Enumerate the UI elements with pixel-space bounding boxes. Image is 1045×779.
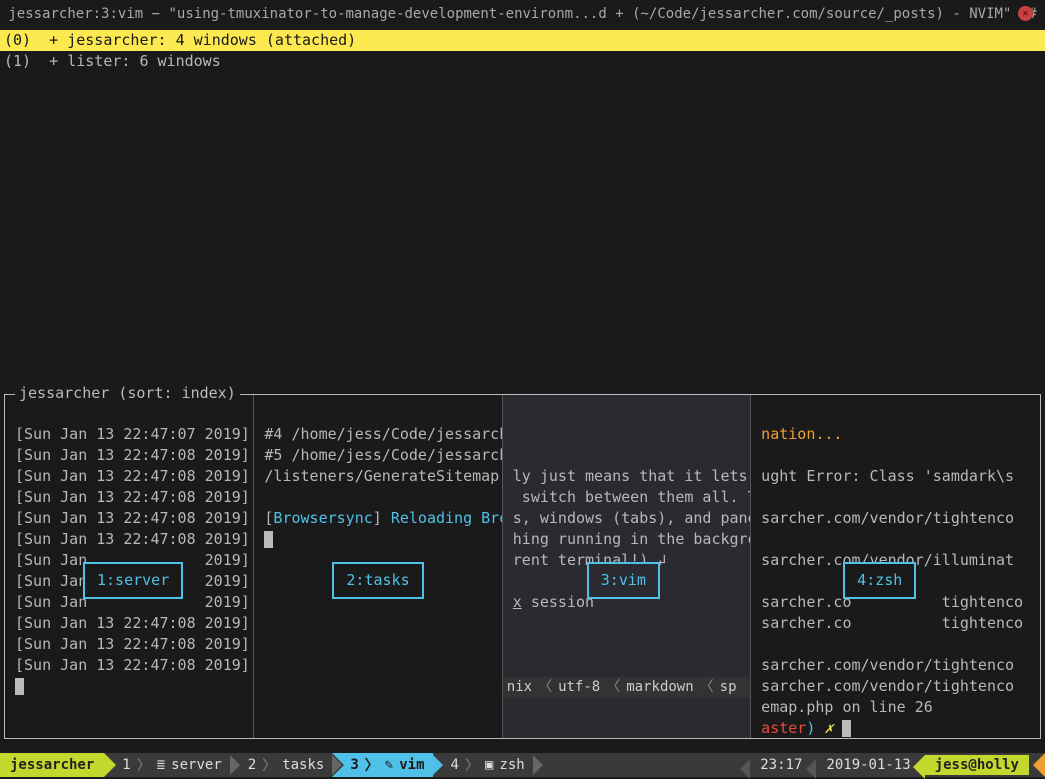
- pane-server: [Sun Jan 13 22:47:07 2019] [Sun Jan 13 2…: [5, 395, 253, 738]
- pane-zsh: nation... ught Error: Class 'samdark\s s…: [750, 395, 1040, 738]
- status-window-1[interactable]: 1〉≣server: [104, 753, 229, 777]
- tmux-session-list: (0) + jessarcher: 4 windows (attached) (…: [0, 28, 1045, 74]
- status-time: 23:17: [750, 757, 812, 773]
- status-window-3-active[interactable]: 3〉✎vim: [332, 753, 432, 777]
- session-row[interactable]: (1) + lister: 6 windows: [0, 51, 1045, 72]
- status-end-icon: [1033, 753, 1045, 777]
- window-label-tasks[interactable]: 2:tasks: [332, 562, 423, 599]
- pane-vim: ly just means that it lets switch betwee…: [502, 395, 750, 738]
- session-row-active[interactable]: (0) + jessarcher: 4 windows (attached): [0, 30, 1045, 51]
- status-session[interactable]: jessarcher: [0, 753, 104, 777]
- tmux-preview-area: jessarcher (sort: index) [Sun Jan 13 22:…: [4, 394, 1041, 739]
- window-label-vim[interactable]: 3:vim: [587, 562, 660, 599]
- status-date: 2019-01-13: [816, 757, 920, 773]
- window-label-zsh[interactable]: 4:zsh: [843, 562, 916, 599]
- window-title-bar: jessarcher:3:vim − "using-tmuxinator-to-…: [0, 0, 1045, 28]
- tmux-statusbar: jessarcher 1〉≣server 2〉tasks 3〉✎vim 4〉▣z…: [0, 753, 1045, 777]
- vim-statusline: nix〈 utf-8〈 markdown〈 sp: [503, 677, 750, 698]
- close-icon[interactable]: ✕: [1018, 6, 1033, 21]
- window-title: jessarcher:3:vim − "using-tmuxinator-to-…: [8, 6, 1036, 22]
- window-label-server[interactable]: 1:server: [83, 562, 183, 599]
- pane-tasks: #4 /home/jess/Code/jessarch #5 /home/jes…: [253, 395, 501, 738]
- status-window-2[interactable]: 2〉tasks: [230, 753, 333, 777]
- status-host: jess@holly: [925, 755, 1029, 775]
- status-window-4[interactable]: 4〉▣zsh: [433, 753, 533, 777]
